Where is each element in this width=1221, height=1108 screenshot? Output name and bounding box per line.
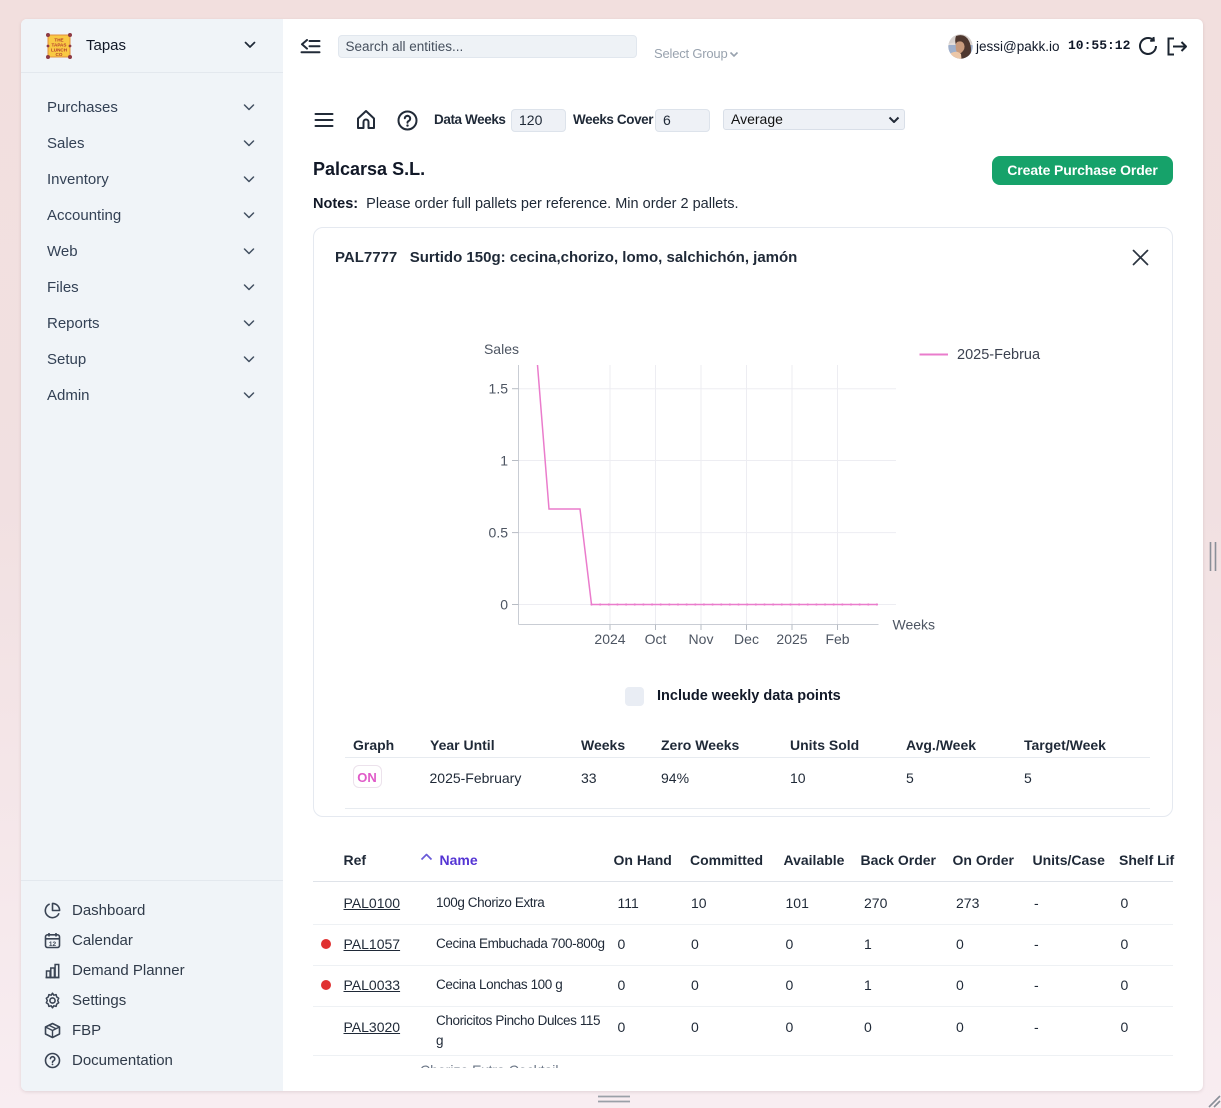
svg-text:0: 0 (500, 596, 508, 612)
svg-text:Dec: Dec (734, 631, 759, 647)
svg-text:2025: 2025 (776, 631, 807, 647)
svg-text:Sales: Sales (484, 341, 519, 357)
svg-text:1: 1 (500, 452, 508, 468)
svg-text:Nov: Nov (689, 631, 714, 647)
svg-text:1.5: 1.5 (489, 381, 509, 397)
svg-text:2024: 2024 (594, 631, 625, 647)
svg-text:Feb: Feb (825, 631, 849, 647)
svg-text:Oct: Oct (645, 631, 667, 647)
svg-text:0.5: 0.5 (489, 524, 509, 540)
svg-text:Weeks: Weeks (893, 617, 936, 633)
